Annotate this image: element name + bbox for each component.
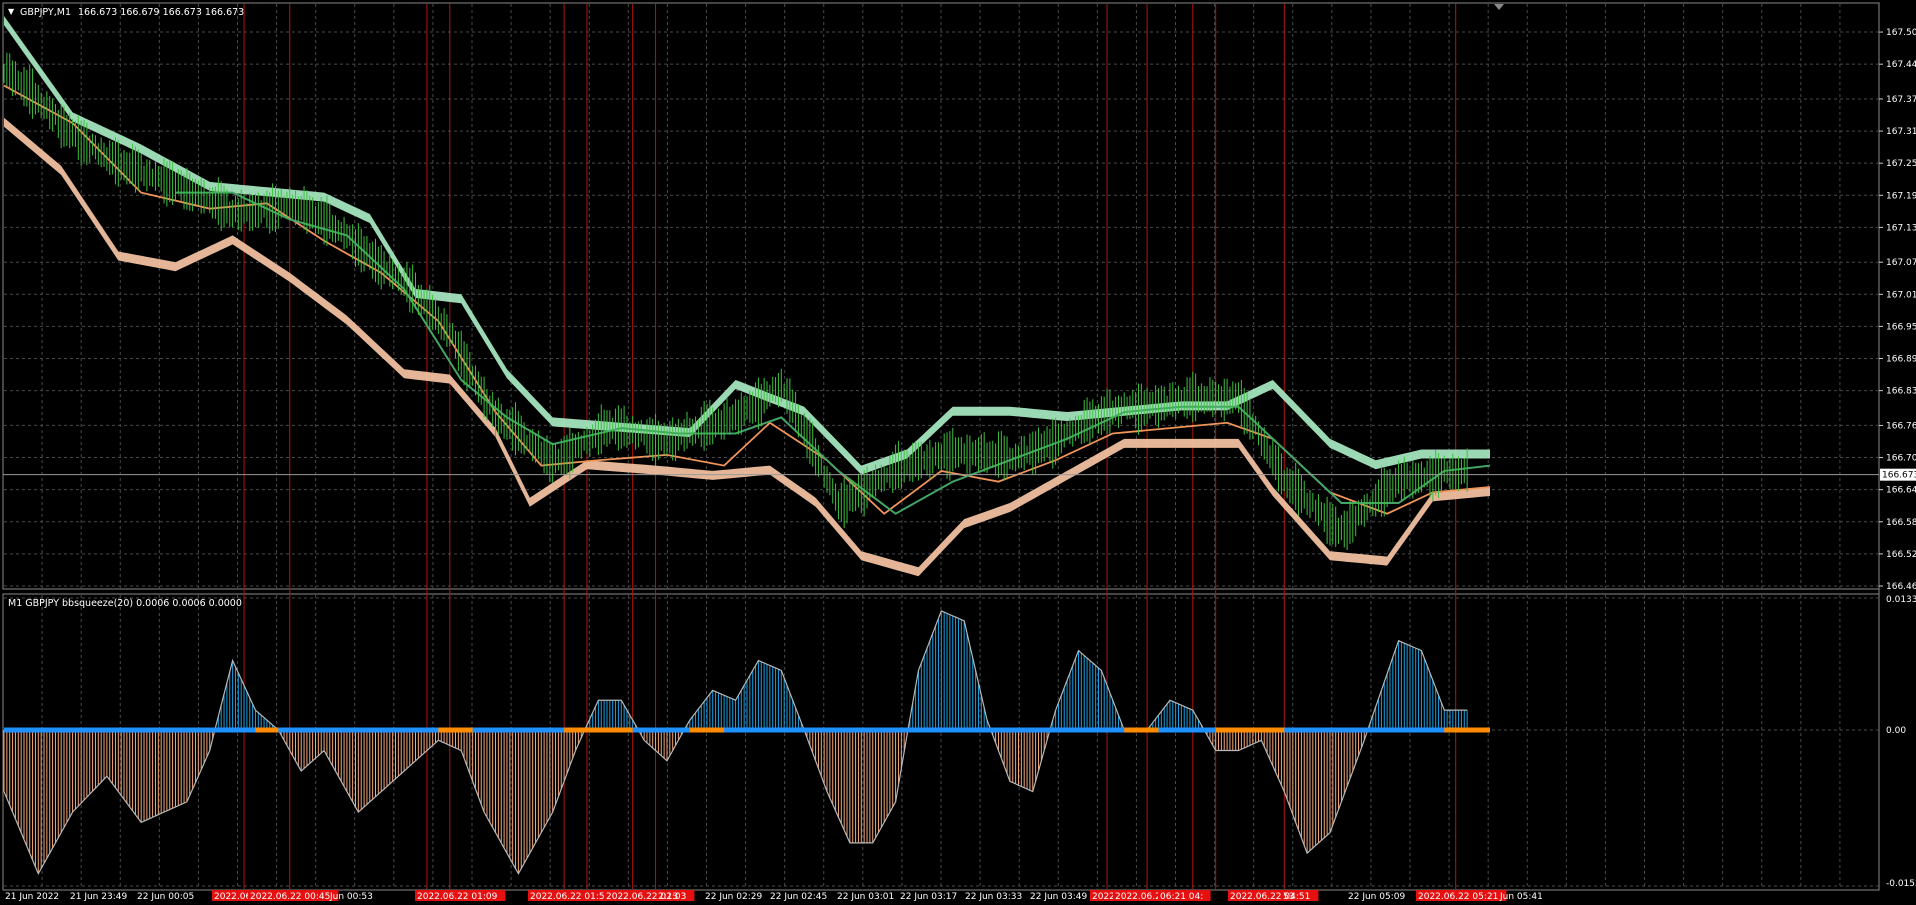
squeeze-on-segment [255, 727, 279, 733]
squeeze-on-segment [438, 727, 473, 733]
bollinger-bands [4, 16, 1490, 577]
price-tick-label: 167.195 [1886, 191, 1916, 201]
price-tick-label: 167.375 [1886, 95, 1916, 105]
time-label: 22 Jun 02:45 [770, 892, 827, 901]
time-label: Jun 05:41 [1499, 892, 1543, 901]
price-tick-label: 166.465 [1886, 582, 1916, 592]
time-label: 2:13 [658, 892, 678, 901]
time-label: 22 Jun 03:49 [1030, 892, 1087, 901]
symbol-title: GBPJPY,M1 [20, 7, 71, 18]
price-tick-label: 166.950 [1886, 322, 1916, 332]
chart-window[interactable]: 167.500 167.440 167.375 167.315 167.255 167.1… [0, 0, 1916, 902]
indicator-tick-label: 0.00 [1886, 726, 1906, 736]
price-tick-label: 166.765 [1886, 421, 1916, 431]
indicator-tick-label: -0.0152 [1886, 879, 1916, 889]
squeeze-on-segment [564, 727, 633, 733]
squeeze-on-segment [1124, 727, 1159, 733]
squeeze-on-segment [1215, 727, 1285, 733]
price-tick-label: 166.525 [1886, 550, 1916, 560]
price-tick-label: 167.255 [1886, 159, 1916, 169]
time-label: 22 Jun 00:05 [137, 892, 194, 901]
squeeze-on-segment [1444, 727, 1490, 733]
time-label: 2022.06.22 05:21 [1418, 892, 1498, 901]
time-label: 06:21 04: [1160, 892, 1203, 901]
price-tick-label: 166.645 [1886, 486, 1916, 496]
time-label: 22 Jun 02:29 [705, 892, 762, 901]
time-label: 2022.06.22 01:51 [530, 892, 610, 901]
price-tick-label: 167.315 [1886, 127, 1916, 137]
scroll-shift-marker-icon[interactable] [1494, 4, 1504, 10]
axes: 167.500 167.440 167.375 167.315 167.255 167.1… [5, 28, 1916, 902]
price-tick-label: 167.440 [1886, 60, 1916, 70]
price-tick-label: 166.585 [1886, 518, 1916, 528]
time-label: 2022.06.22 04:51 [1230, 892, 1310, 901]
time-label: 2022.06.22 00:45 [250, 892, 330, 901]
price-tick-label: 166.830 [1886, 387, 1916, 397]
time-label: 22 Jun 03:01 [837, 892, 894, 901]
squeeze-dots [4, 727, 1490, 733]
time-label: 22 Jun 05:09 [1348, 892, 1405, 901]
squeeze-histogram [3, 610, 1468, 876]
time-label: 53 [1283, 892, 1294, 901]
price-tick-label: 167.010 [1886, 290, 1916, 300]
ohlc-readout: 166.673 166.679 166.673 166.673 [78, 7, 244, 18]
histogram-outline [3, 610, 1468, 876]
squeeze-on-segment [689, 727, 725, 733]
time-label: 21 Jun 2022 [5, 892, 59, 901]
price-tick-label: 167.500 [1886, 28, 1916, 38]
time-label: 22 Jun 03:17 [900, 892, 957, 901]
time-label: Jun 00:53 [329, 892, 373, 901]
indicator-tick-label: 0.0133 [1886, 595, 1916, 605]
indicator-title: M1 GBPJPY bbsqueeze(20) 0.0006 0.0006 0.… [8, 598, 242, 609]
time-label: 2022.06.22 01:09 [417, 892, 498, 901]
price-tick-label: 166.705 [1886, 454, 1916, 464]
time-label: 21 Jun 23:49 [70, 892, 127, 901]
price-tick-label: 167.070 [1886, 258, 1916, 268]
collapse-arrow-icon[interactable]: ▼ [8, 7, 15, 16]
price-tick-label: 167.135 [1886, 223, 1916, 233]
price-tick-label: 166.890 [1886, 355, 1916, 365]
current-price-label: 166.673 [1882, 471, 1916, 481]
time-label: 22 Jun 03:33 [965, 892, 1022, 901]
